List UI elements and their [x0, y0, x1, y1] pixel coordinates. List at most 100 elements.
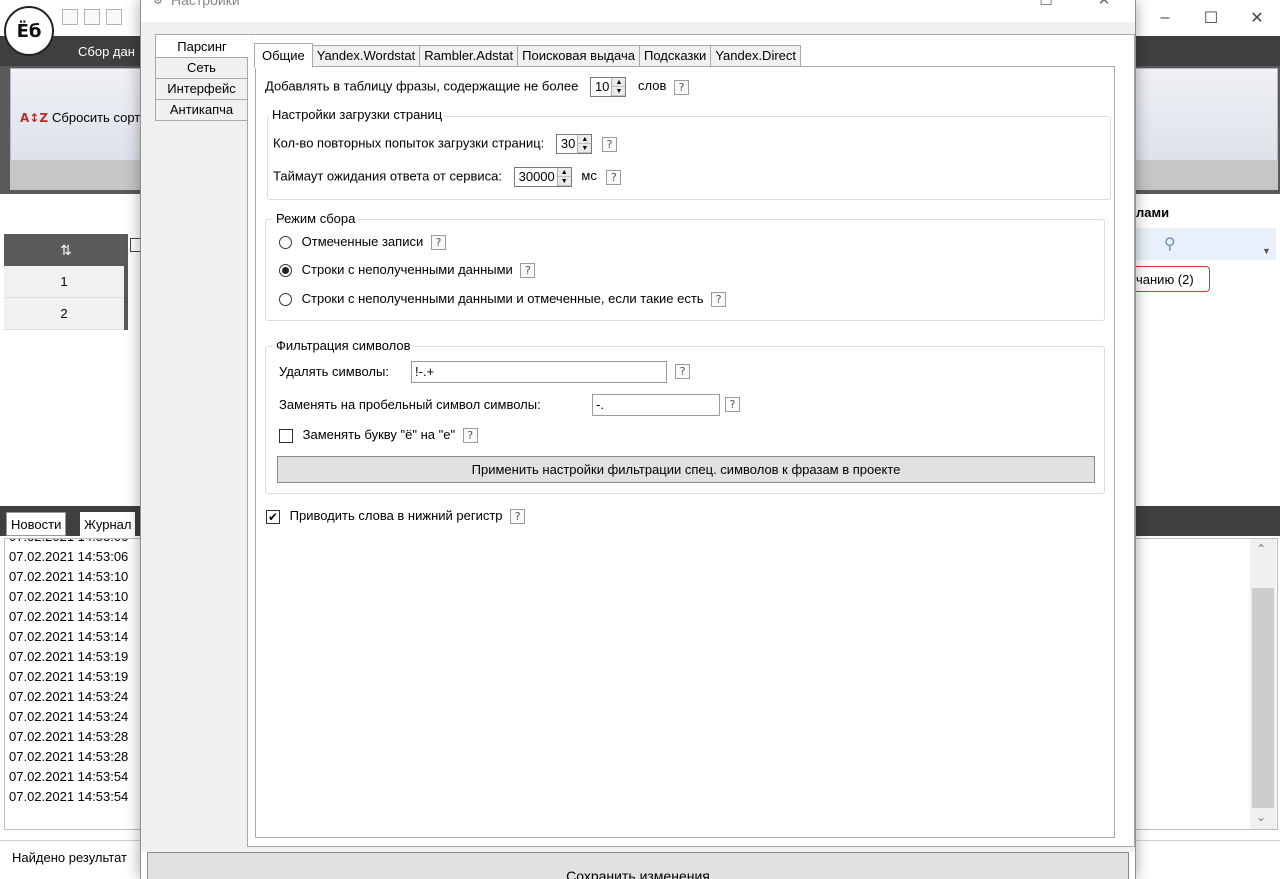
- list-item: 07.02.2021 14:53:54: [9, 769, 129, 784]
- stepper-down-icon[interactable]: ▼: [557, 177, 571, 186]
- list-item: 07.02.2021 14:53:54: [9, 789, 129, 804]
- max-words-unit: слов: [638, 78, 667, 94]
- open-folder-icon[interactable]: [84, 9, 100, 25]
- collect-mode-option-missing-and-marked[interactable]: Строки с неполученными данными и отмечен…: [279, 291, 727, 308]
- help-icon[interactable]: ?: [711, 292, 727, 308]
- table-row[interactable]: 2: [4, 298, 124, 330]
- vertical-tabs: Парсинг Сеть Интерфейс Антикапча: [155, 34, 249, 121]
- max-words-value[interactable]: 10: [591, 78, 611, 96]
- save-changes-button[interactable]: Сохранить изменения: [147, 852, 1129, 879]
- help-icon[interactable]: ?: [520, 263, 536, 279]
- help-icon[interactable]: ?: [602, 136, 617, 152]
- group-tag[interactable]: чанию (2): [1130, 266, 1210, 292]
- tab-news[interactable]: Новости: [6, 512, 67, 536]
- tab-general[interactable]: Общие: [254, 43, 313, 68]
- stepper-up-icon[interactable]: ▲: [578, 135, 592, 144]
- right-panel-search-input[interactable]: [1136, 228, 1276, 260]
- tab-parsing[interactable]: Парсинг: [155, 34, 249, 58]
- help-icon[interactable]: ?: [510, 509, 526, 525]
- help-icon[interactable]: ?: [675, 364, 690, 379]
- list-item: 07.02.2021 14:53:24: [9, 689, 129, 704]
- grid-header-sort-icon[interactable]: ⇅: [4, 234, 128, 266]
- tab-yandex-wordstat[interactable]: Yandex.Wordstat: [311, 45, 421, 67]
- quick-access-toolbar: [62, 6, 122, 28]
- retries-stepper[interactable]: 30 ▲ ▼: [555, 134, 593, 154]
- chevron-down-icon[interactable]: ▼: [1262, 246, 1271, 256]
- tab-anticaptcha[interactable]: Антикапча: [155, 99, 248, 121]
- close-icon[interactable]: ✕: [1081, 0, 1127, 12]
- tab-interface[interactable]: Интерфейс: [155, 78, 248, 100]
- max-words-stepper[interactable]: 10 ▲ ▼: [589, 77, 627, 97]
- retries-row: Кол-во повторных попыток загрузки страни…: [273, 134, 617, 154]
- maximize-icon[interactable]: ☐: [1023, 0, 1069, 12]
- save-icon[interactable]: [106, 9, 122, 25]
- scroll-down-icon[interactable]: ⌄: [1256, 810, 1266, 824]
- main-window-controls: – ☐ ✕: [1142, 0, 1280, 36]
- stepper-up-icon[interactable]: ▲: [557, 168, 571, 177]
- collect-mode-option-missing[interactable]: Строки с неполученными данными ?: [279, 262, 536, 279]
- tab-journal[interactable]: Журнал: [80, 512, 136, 536]
- scroll-up-icon[interactable]: ⌃: [1256, 542, 1266, 556]
- tab-suggestions[interactable]: Подсказки: [638, 45, 712, 67]
- help-icon[interactable]: ?: [674, 79, 690, 95]
- dialog-title: Настройки: [171, 0, 240, 8]
- help-icon[interactable]: ?: [606, 169, 622, 185]
- collect-mode-option-marked[interactable]: Отмеченные записи ?: [279, 234, 446, 251]
- reset-sort-button[interactable]: A↕Z Сбросить сорт: [20, 110, 140, 125]
- list-item: 07.02.2021 14:53:28: [9, 749, 129, 764]
- stepper-buttons: ▲ ▼: [577, 135, 592, 153]
- radio-missing-and-marked-label: Строки с неполученными данными и отмечен…: [301, 291, 704, 306]
- tab-yandex-direct[interactable]: Yandex.Direct: [710, 45, 801, 67]
- radio-marked[interactable]: [279, 236, 292, 250]
- max-words-row: Добавлять в таблицу фразы, содержащие не…: [265, 77, 690, 97]
- lowercase-row[interactable]: ✔ Приводить слова в нижний регистр ?: [266, 508, 526, 525]
- list-item: 07.02.2021 14:53:19: [9, 669, 129, 684]
- maximize-icon[interactable]: ☐: [1188, 0, 1234, 36]
- log-scrollbar-thumb[interactable]: [1252, 588, 1274, 808]
- stepper-down-icon[interactable]: ▼: [612, 87, 626, 96]
- radio-missing-and-marked[interactable]: [279, 293, 292, 307]
- stepper-up-icon[interactable]: ▲: [612, 78, 626, 87]
- radio-missing-label: Строки с неполученными данными: [301, 262, 513, 277]
- dialog-titlebar: ⚙ Настройки ☐ ✕: [141, 0, 1135, 22]
- filter-title: Фильтрация символов: [273, 338, 414, 353]
- ribbon-tab-collect[interactable]: Сбор дан: [78, 44, 135, 59]
- table-row[interactable]: 1: [4, 266, 124, 298]
- lowercase-checkbox[interactable]: ✔: [266, 509, 280, 524]
- sort-az-icon: A↕Z: [20, 110, 49, 125]
- minimize-icon[interactable]: –: [1142, 0, 1188, 36]
- search-icon[interactable]: ⚲: [1164, 234, 1176, 253]
- yo-replace-label: Заменять букву "ё" на "е": [302, 427, 456, 442]
- max-words-label: Добавлять в таблицу фразы, содержащие не…: [265, 78, 579, 94]
- gear-icon: ⚙: [153, 0, 163, 7]
- collect-mode-title: Режим сбора: [273, 211, 359, 226]
- timeout-value[interactable]: 30000: [515, 168, 557, 186]
- timeout-row: Таймаут ожидания ответа от сервиса: 3000…: [273, 167, 622, 187]
- list-item: 07.02.2021 14:53:14: [9, 609, 129, 624]
- replace-symbols-input[interactable]: -.: [592, 394, 720, 416]
- retries-value[interactable]: 30: [557, 135, 577, 153]
- timeout-stepper[interactable]: 30000 ▲ ▼: [513, 167, 572, 187]
- timeout-unit: мс: [581, 168, 597, 184]
- yo-replace-checkbox[interactable]: [279, 428, 293, 443]
- help-icon[interactable]: ?: [725, 397, 740, 412]
- app-logo[interactable]: Ёб: [4, 6, 54, 56]
- tab-search-results[interactable]: Поисковая выдача: [517, 45, 640, 67]
- stepper-buttons: ▲ ▼: [611, 78, 626, 96]
- reset-sort-label: Сбросить сорт: [52, 110, 141, 125]
- list-item: 07.02.2021 14:53:10: [9, 569, 129, 584]
- list-item: 07.02.2021 14:53:28: [9, 729, 129, 744]
- help-icon[interactable]: ?: [430, 235, 446, 251]
- help-icon[interactable]: ?: [462, 428, 478, 444]
- apply-filter-button[interactable]: Применить настройки фильтрации спец. сим…: [277, 456, 1095, 483]
- remove-symbols-input[interactable]: !-.+: [411, 361, 667, 383]
- new-file-icon[interactable]: [62, 9, 78, 25]
- stepper-down-icon[interactable]: ▼: [578, 144, 592, 153]
- close-icon[interactable]: ✕: [1234, 0, 1280, 36]
- yo-replace-row[interactable]: Заменять букву "ё" на "е" ?: [279, 427, 478, 444]
- replace-symbols-label: Заменять на пробельный символ символы:: [279, 397, 541, 412]
- grid-divider: [124, 266, 128, 330]
- tab-network[interactable]: Сеть: [155, 57, 248, 79]
- tab-rambler-adstat[interactable]: Rambler.Adstat: [419, 45, 519, 67]
- radio-missing[interactable]: [279, 264, 292, 278]
